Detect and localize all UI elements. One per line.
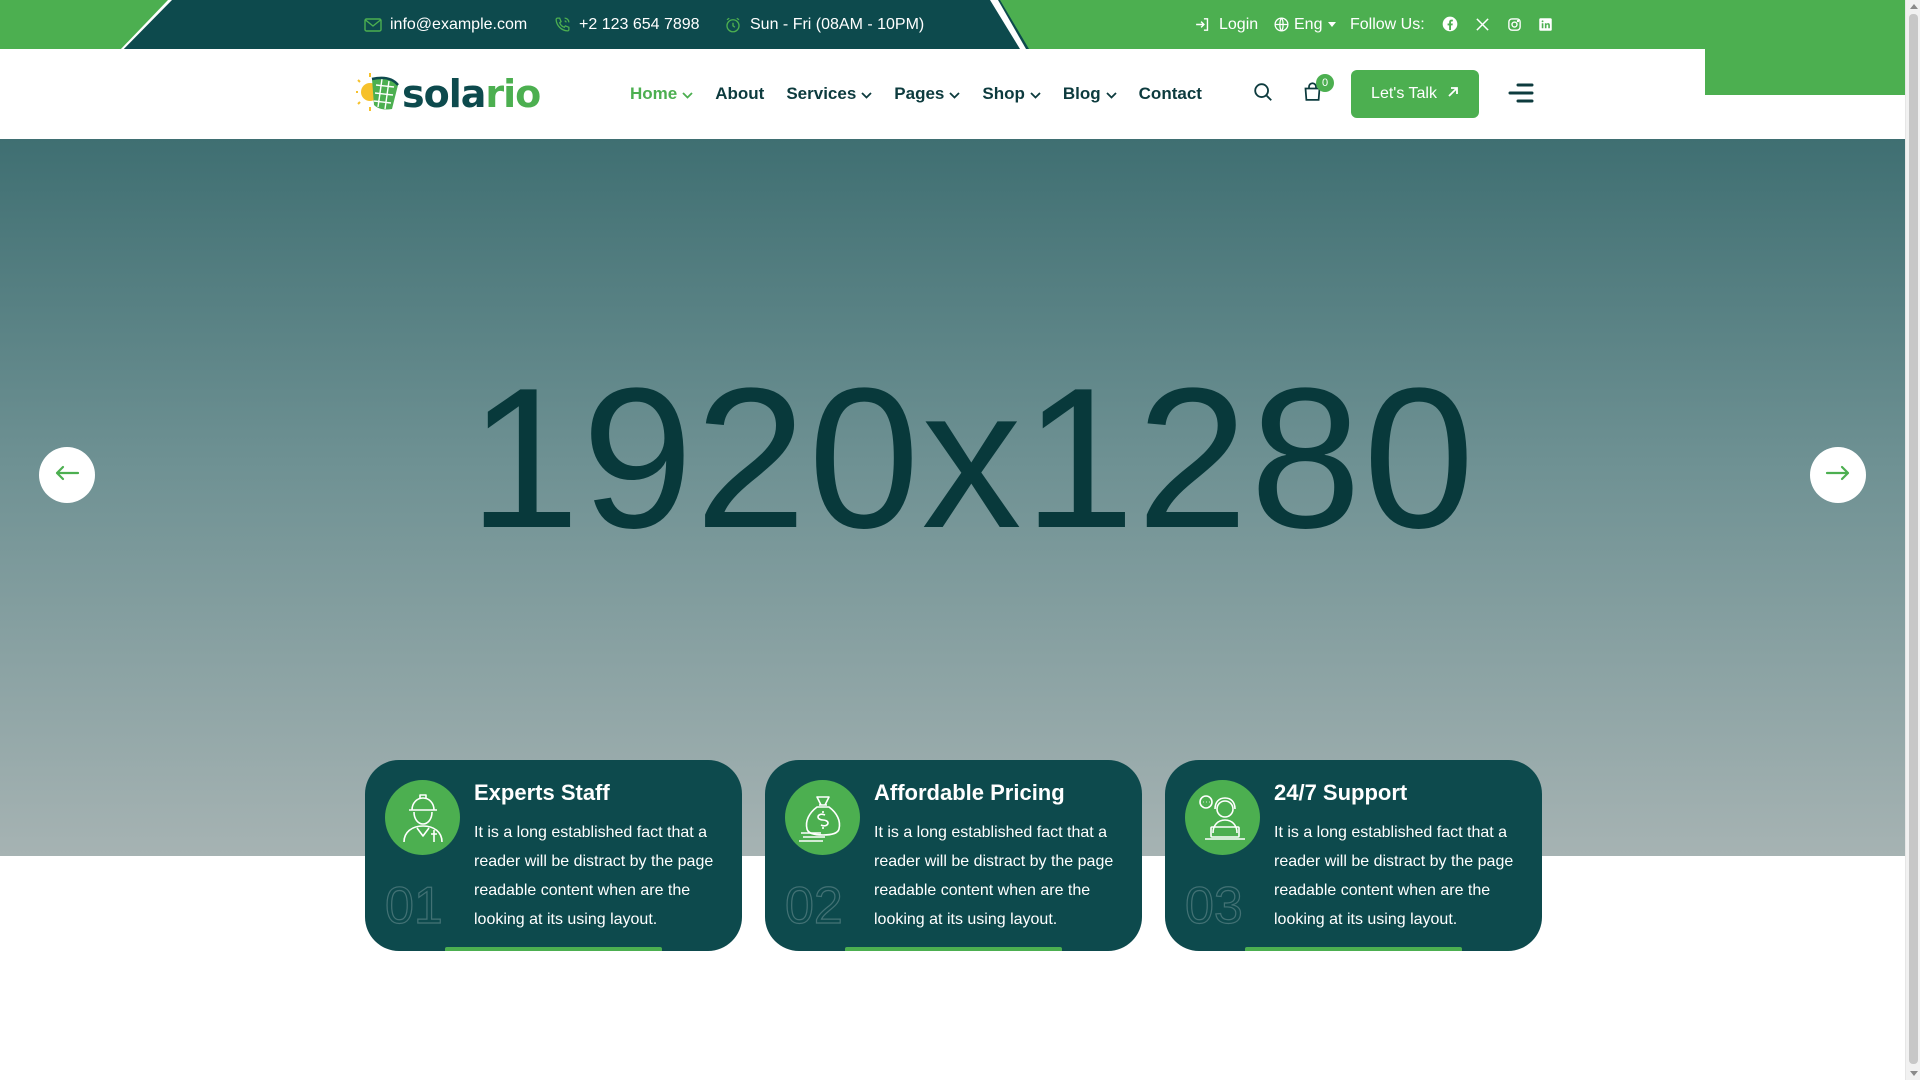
topbar-left-accent (0, 0, 168, 49)
feature-card: 24/7 Support It is a long established fa… (1165, 760, 1542, 951)
cart-button[interactable]: 0 (1300, 74, 1334, 106)
header-right-accent (1705, 49, 1905, 95)
envelope-icon (364, 17, 382, 32)
feature-description: It is a long established fact that a rea… (474, 824, 714, 928)
search-button[interactable] (1251, 82, 1275, 106)
nav-item-label: Blog (1062, 84, 1101, 103)
arrow-left-icon (54, 465, 80, 486)
topbar-email[interactable]: info@example.com (364, 0, 527, 49)
follow-us-label: Follow Us: (1350, 0, 1425, 49)
feature-accent-bar (845, 947, 1062, 951)
nav-item-shop[interactable]: Shop (982, 84, 1041, 104)
topbar-email-text: info@example.com (390, 15, 528, 33)
nav-item-home[interactable]: Home (630, 84, 693, 104)
nav-item-pages[interactable]: Pages (894, 84, 961, 104)
nav-item-label: About (715, 84, 765, 103)
topbar-phone-text: +2 123 654 7898 (579, 15, 700, 33)
feature-description: It is a long established fact that a rea… (1274, 824, 1514, 928)
feature-number: 02 (784, 877, 843, 935)
nav-item-label: Shop (982, 84, 1025, 103)
arrow-up-right-icon (1447, 85, 1459, 103)
caret-down-icon (1328, 22, 1337, 27)
hero-slider: 1920x1280 (0, 139, 1905, 856)
instagram-icon[interactable] (1504, 14, 1524, 34)
offcanvas-menu-button[interactable] (1507, 83, 1535, 108)
search-icon (1252, 81, 1274, 108)
nav-item-contact[interactable]: Contact (1139, 84, 1202, 104)
site-logo[interactable]: solario (356, 71, 541, 118)
chevron-down-icon (682, 84, 693, 104)
alarm-clock-icon (724, 16, 742, 34)
logo-text-dark: sola (402, 72, 486, 116)
feature-card: Affordable Pricing It is a long establis… (765, 760, 1142, 951)
hero-placeholder-image-label: 1920x1280 (468, 347, 1477, 570)
login-link[interactable]: Login (1194, 0, 1258, 49)
page-scrollbar[interactable] (1905, 0, 1920, 1080)
login-icon (1194, 16, 1211, 33)
engineer-icon (385, 780, 460, 855)
nav-item-blog[interactable]: Blog (1063, 84, 1117, 104)
nav-item-label: Home (630, 84, 678, 103)
slider-prev-button[interactable] (39, 447, 95, 503)
chevron-down-icon (1106, 84, 1117, 104)
main-nav: Home About Services Pages Shop Blog Cont… (630, 49, 1202, 139)
slider-next-button[interactable] (1810, 447, 1866, 503)
logo-text-accent: rio (485, 72, 541, 116)
chevron-down-icon (1030, 84, 1041, 104)
feature-title: Affordable Pricing (874, 780, 1065, 805)
login-label: Login (1219, 15, 1259, 33)
language-selector[interactable]: Eng (1273, 0, 1337, 49)
scroll-up-arrow-icon[interactable] (1910, 4, 1918, 9)
language-label: Eng (1294, 15, 1323, 33)
nav-item-about[interactable]: About (715, 84, 764, 104)
feature-accent-bar (445, 947, 662, 951)
feature-title: Experts Staff (474, 780, 610, 805)
x-twitter-icon[interactable] (1472, 14, 1492, 34)
scroll-thumb[interactable] (1909, 14, 1918, 1064)
facebook-icon[interactable] (1440, 14, 1460, 34)
feature-description: It is a long established fact that a rea… (874, 824, 1114, 928)
lets-talk-button[interactable]: Let's Talk (1351, 70, 1479, 118)
topbar-hours: Sun - Fri (08AM - 10PM) (724, 0, 924, 49)
topbar-phone[interactable]: +2 123 654 7898 (554, 0, 700, 49)
logo-wordmark: solario (402, 72, 541, 116)
support-agent-icon (1185, 780, 1260, 855)
globe-icon (1273, 16, 1290, 33)
top-bar: info@example.com +2 123 654 7898 Sun - F… (0, 0, 1905, 49)
scroll-down-arrow-icon[interactable] (1910, 1071, 1918, 1076)
arrow-right-icon (1825, 465, 1851, 486)
feature-accent-bar (1245, 947, 1462, 951)
nav-item-label: Pages (894, 84, 945, 103)
cart-count-badge: 0 (1316, 74, 1334, 92)
chevron-down-icon (949, 84, 961, 104)
feature-title: 24/7 Support (1274, 780, 1408, 805)
linkedin-icon[interactable] (1535, 14, 1555, 34)
topbar-hours-text: Sun - Fri (08AM - 10PM) (750, 15, 925, 33)
nav-item-label: Services (786, 84, 857, 103)
phone-icon (554, 16, 571, 33)
nav-item-label: Contact (1138, 84, 1202, 103)
feature-number: 01 (384, 877, 443, 935)
nav-item-services[interactable]: Services (786, 84, 872, 104)
follow-us-text: Follow Us: (1350, 15, 1425, 33)
feature-card: Experts Staff It is a long established f… (365, 760, 742, 951)
feature-number: 03 (1184, 877, 1243, 935)
hamburger-menu-icon (1508, 83, 1534, 108)
chevron-down-icon (861, 84, 872, 104)
solar-panel-logo-icon (356, 71, 400, 118)
lets-talk-label: Let's Talk (1371, 85, 1437, 102)
money-bag-icon (785, 780, 860, 855)
